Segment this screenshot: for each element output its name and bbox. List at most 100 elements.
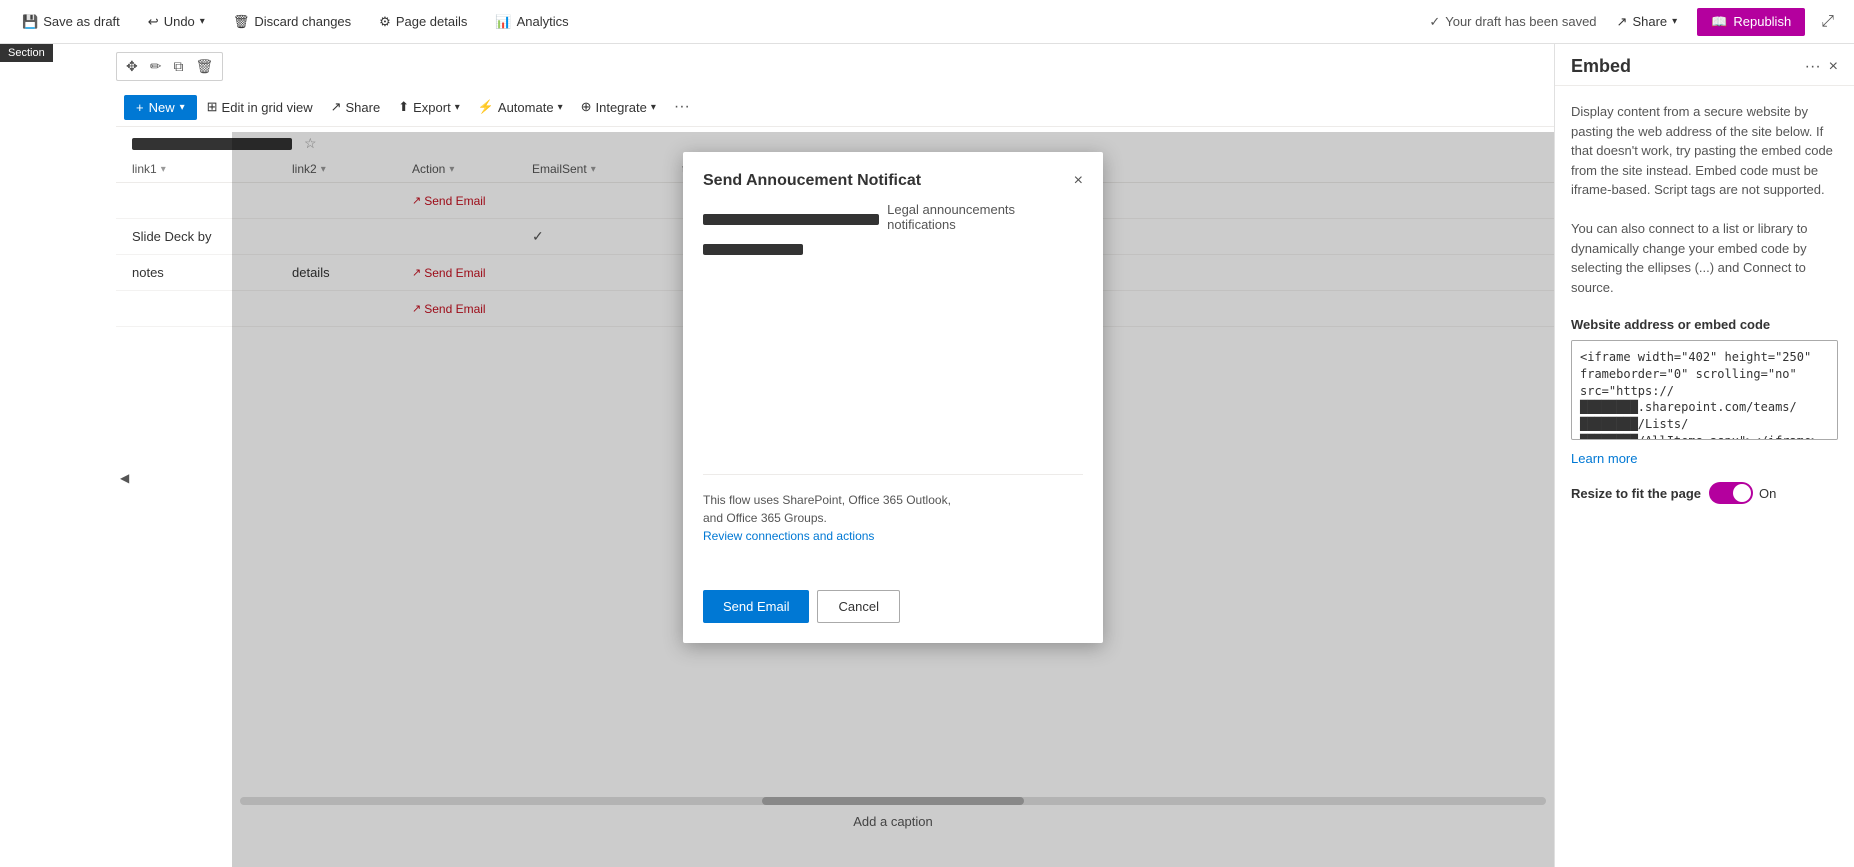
automate-button[interactable]: ⚡ Automate ▾	[470, 94, 571, 120]
undo-button[interactable]: ↩ Undo ▾	[142, 10, 211, 34]
saved-message: ✓ Your draft has been saved	[1429, 14, 1596, 30]
send-email-label: Send Email	[723, 599, 789, 614]
modal-subtitle-row: Legal announcements notifications	[703, 202, 1083, 236]
resize-label: Resize to fit the page	[1571, 486, 1701, 501]
cancel-label: Cancel	[838, 599, 878, 614]
save-as-draft-button[interactable]: 💾 Save as draft	[16, 10, 126, 34]
send-email-button[interactable]: Send Email	[703, 590, 809, 623]
share-list-button[interactable]: ↗ Share	[323, 94, 389, 120]
connections-text: This flow uses SharePoint, Office 365 Ou…	[703, 491, 1083, 527]
section-edit-button[interactable]: ✏	[145, 55, 167, 78]
content-area: ✥ ✏ ⧉ 🗑 + New ▾ ⊞ Edit in grid view ↗	[0, 44, 1554, 867]
col-link1-label: link1	[132, 162, 157, 176]
check-icon: ✓	[1429, 14, 1440, 30]
page-details-button[interactable]: ⚙ Page details	[373, 10, 473, 34]
embed-code-textarea[interactable]: <iframe width="402" height="250" framebo…	[1571, 340, 1838, 440]
export-button[interactable]: ⬆ Export ▾	[390, 94, 468, 120]
edit-grid-view-button[interactable]: ⊞ Edit in grid view	[199, 94, 321, 120]
modal-sub-redacted	[703, 244, 803, 255]
top-bar: 💾 Save as draft ↩ Undo ▾ 🗑 Discard chang…	[0, 0, 1854, 44]
save-as-draft-label: Save as draft	[43, 14, 120, 29]
review-connections-link[interactable]: Review connections and actions	[703, 529, 874, 543]
modal-overlay: Send Annoucement Notificat × Legal annou…	[232, 132, 1554, 867]
list-container: + New ▾ ⊞ Edit in grid view ↗ Share ⬆ Ex…	[116, 88, 1554, 867]
top-bar-left: 💾 Save as draft ↩ Undo ▾ 🗑 Discard chang…	[16, 10, 1413, 34]
save-icon: 💾	[22, 14, 38, 30]
discard-changes-label: Discard changes	[254, 14, 351, 29]
col-link1-sort-icon: ▾	[161, 164, 166, 175]
list-toolbar: + New ▾ ⊞ Edit in grid view ↗ Share ⬆ Ex…	[116, 88, 1554, 127]
analytics-label: Analytics	[517, 14, 569, 29]
section-delete-button[interactable]: 🗑	[190, 55, 218, 78]
modal-actions: Send Email Cancel	[703, 590, 1083, 623]
page-details-icon: ⚙	[379, 14, 391, 30]
scroll-left-button[interactable]: ◀	[116, 469, 133, 487]
discard-changes-button[interactable]: 🗑 Discard changes	[227, 10, 357, 34]
close-icon: ×	[1829, 58, 1838, 75]
integrate-icon: ⊕	[581, 99, 592, 115]
automate-icon: ⚡	[478, 99, 494, 115]
right-panel-title: Embed	[1571, 56, 1631, 77]
edit-grid-label: Edit in grid view	[222, 100, 313, 115]
expand-icon: ⤢	[1821, 13, 1834, 30]
resize-toggle[interactable]	[1709, 482, 1753, 504]
modal-connections: This flow uses SharePoint, Office 365 Ou…	[703, 474, 1083, 545]
automate-chevron-icon: ▾	[558, 102, 563, 113]
integrate-button[interactable]: ⊕ Integrate ▾	[573, 94, 664, 120]
modal-header: Send Annoucement Notificat ×	[703, 172, 1083, 190]
right-panel-actions: ··· ×	[1805, 58, 1838, 76]
modal-body: This flow uses SharePoint, Office 365 Ou…	[703, 274, 1083, 574]
new-btn-label: New	[149, 100, 175, 115]
send-email-modal: Send Annoucement Notificat × Legal annou…	[683, 152, 1103, 643]
right-panel-header: Embed ··· ×	[1555, 44, 1854, 86]
automate-label: Automate	[498, 100, 554, 115]
discard-icon: 🗑	[233, 14, 250, 30]
republish-icon: 📖	[1711, 14, 1727, 30]
right-panel: Embed ··· × Display content from a secur…	[1554, 44, 1854, 867]
resize-section: Resize to fit the page On	[1571, 482, 1838, 504]
analytics-button[interactable]: 📊 Analytics	[489, 10, 574, 34]
website-address-label: Website address or embed code	[1571, 317, 1838, 332]
modal-title: Send Annoucement Notificat	[703, 172, 1074, 190]
integrate-label: Integrate	[596, 100, 647, 115]
embed-description: Display content from a secure website by…	[1571, 102, 1838, 297]
right-panel-more-button[interactable]: ···	[1805, 58, 1821, 76]
integrate-chevron-icon: ▾	[651, 102, 656, 113]
plus-icon: +	[136, 100, 144, 115]
analytics-icon: 📊	[495, 14, 511, 30]
section-move-button[interactable]: ✥	[121, 55, 143, 78]
learn-more-link[interactable]: Learn more	[1571, 451, 1838, 466]
new-chevron-icon: ▾	[180, 102, 185, 113]
republish-button[interactable]: 📖 Republish	[1697, 8, 1805, 36]
saved-message-text: Your draft has been saved	[1445, 14, 1596, 29]
share-button[interactable]: ↗ Share ▾	[1609, 10, 1686, 34]
modal-close-icon: ×	[1074, 172, 1083, 189]
cancel-button[interactable]: Cancel	[817, 590, 899, 623]
expand-button[interactable]: ⤢	[1817, 9, 1838, 35]
export-label: Export	[413, 100, 451, 115]
section-tools: ✥ ✏ ⧉ 🗑	[116, 52, 223, 81]
share-chevron-icon: ▾	[1672, 16, 1677, 27]
republish-label: Republish	[1733, 14, 1791, 29]
toggle-on-label: On	[1759, 486, 1776, 501]
undo-chevron-icon: ▾	[200, 16, 205, 27]
right-panel-close-button[interactable]: ×	[1829, 58, 1838, 76]
more-toolbar-button[interactable]: ···	[666, 94, 698, 120]
more-icon: ···	[1805, 58, 1821, 75]
undo-label: Undo	[164, 14, 195, 29]
top-bar-right: ✓ Your draft has been saved ↗ Share ▾ 📖 …	[1429, 8, 1838, 36]
main-layout: ✥ ✏ ⧉ 🗑 + New ▾ ⊞ Edit in grid view ↗	[0, 44, 1854, 867]
modal-subtitle-redacted-icon	[703, 214, 879, 225]
share-icon: ↗	[1617, 14, 1628, 30]
section-copy-button[interactable]: ⧉	[168, 55, 188, 78]
modal-close-button[interactable]: ×	[1074, 172, 1083, 190]
modal-sub-row	[703, 242, 1083, 258]
section-label: Section	[0, 44, 53, 62]
export-chevron-icon: ▾	[455, 102, 460, 113]
undo-icon: ↩	[148, 14, 159, 30]
right-panel-body: Display content from a secure website by…	[1555, 86, 1854, 867]
share-list-label: Share	[346, 100, 381, 115]
modal-subtitle: Legal announcements notifications	[887, 202, 1083, 232]
new-button[interactable]: + New ▾	[124, 95, 197, 120]
share-list-icon: ↗	[331, 99, 342, 115]
